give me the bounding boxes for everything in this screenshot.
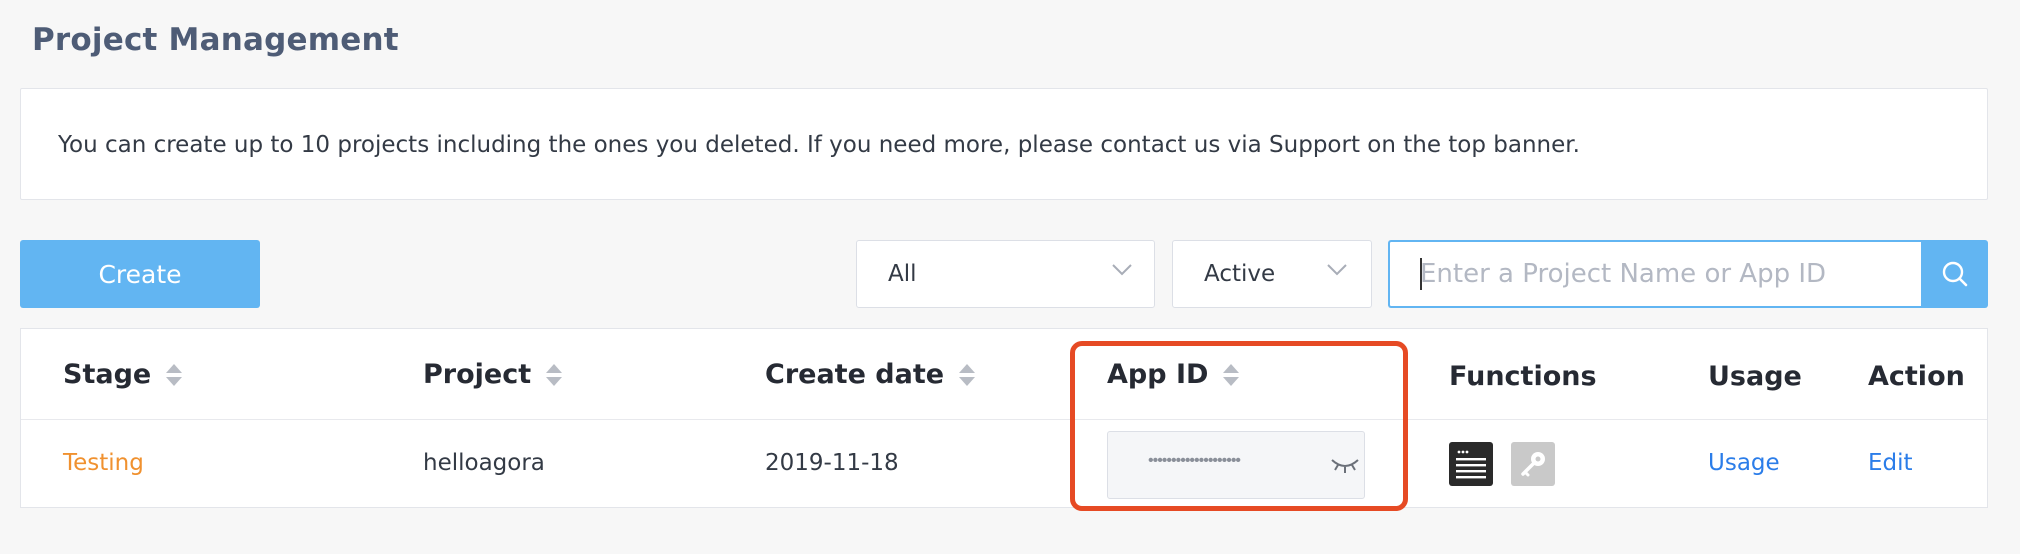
filter-stage-value: All	[888, 261, 917, 287]
page-title: Project Management	[32, 22, 399, 58]
filter-stage-select[interactable]: All	[856, 240, 1155, 308]
search-button[interactable]	[1921, 240, 1988, 308]
search-input[interactable]	[1388, 240, 1922, 308]
app-id-field: ••••••••••••••••••••	[1107, 431, 1365, 499]
project-management-page: Project Management You can create up to …	[0, 0, 2020, 554]
info-notice: You can create up to 10 projects includi…	[20, 88, 1988, 200]
chevron-down-icon	[1327, 264, 1347, 276]
sort-icon	[959, 363, 976, 386]
column-header-create-date[interactable]: Create date	[765, 359, 976, 390]
sort-icon	[166, 363, 183, 386]
header-label: Create date	[765, 359, 945, 390]
create-date-cell: 2019-11-18	[765, 450, 899, 476]
sort-icon	[546, 363, 563, 386]
notice-text: You can create up to 10 projects includi…	[58, 132, 1580, 158]
column-header-stage[interactable]: Stage	[63, 359, 183, 390]
header-label: Usage	[1708, 361, 1802, 392]
chevron-down-icon	[1112, 264, 1132, 276]
menu-list-icon[interactable]	[1449, 442, 1493, 486]
header-label: Project	[423, 359, 532, 390]
key-icon[interactable]	[1511, 442, 1555, 486]
header-divider	[21, 419, 1987, 420]
projects-table: Stage Project Create date App ID Functio…	[20, 328, 1988, 508]
header-label: Stage	[63, 359, 152, 390]
key-glyph	[1521, 452, 1545, 477]
create-project-button[interactable]: Create	[20, 240, 260, 308]
header-label: Functions	[1449, 361, 1597, 392]
stage-cell: Testing	[63, 450, 144, 476]
text-caret	[1420, 258, 1422, 290]
filter-status-value: Active	[1204, 261, 1276, 287]
filter-status-select[interactable]: Active	[1172, 240, 1372, 308]
sort-icon	[1223, 363, 1240, 386]
column-header-project[interactable]: Project	[423, 359, 563, 390]
header-label: App ID	[1107, 359, 1209, 390]
column-header-app-id[interactable]: App ID	[1107, 359, 1240, 390]
column-header-action: Action	[1868, 361, 1965, 392]
menu-list-glyph	[1456, 450, 1486, 479]
header-label: Action	[1868, 361, 1965, 392]
project-name-cell: helloagora	[423, 450, 545, 476]
app-id-masked: ••••••••••••••••••••	[1148, 452, 1241, 469]
column-header-functions: Functions	[1449, 361, 1597, 392]
eye-closed-icon[interactable]	[1330, 454, 1360, 476]
usage-link[interactable]: Usage	[1708, 450, 1780, 476]
edit-link[interactable]: Edit	[1868, 450, 1913, 476]
search-icon	[1942, 261, 1967, 287]
column-header-usage: Usage	[1708, 361, 1802, 392]
